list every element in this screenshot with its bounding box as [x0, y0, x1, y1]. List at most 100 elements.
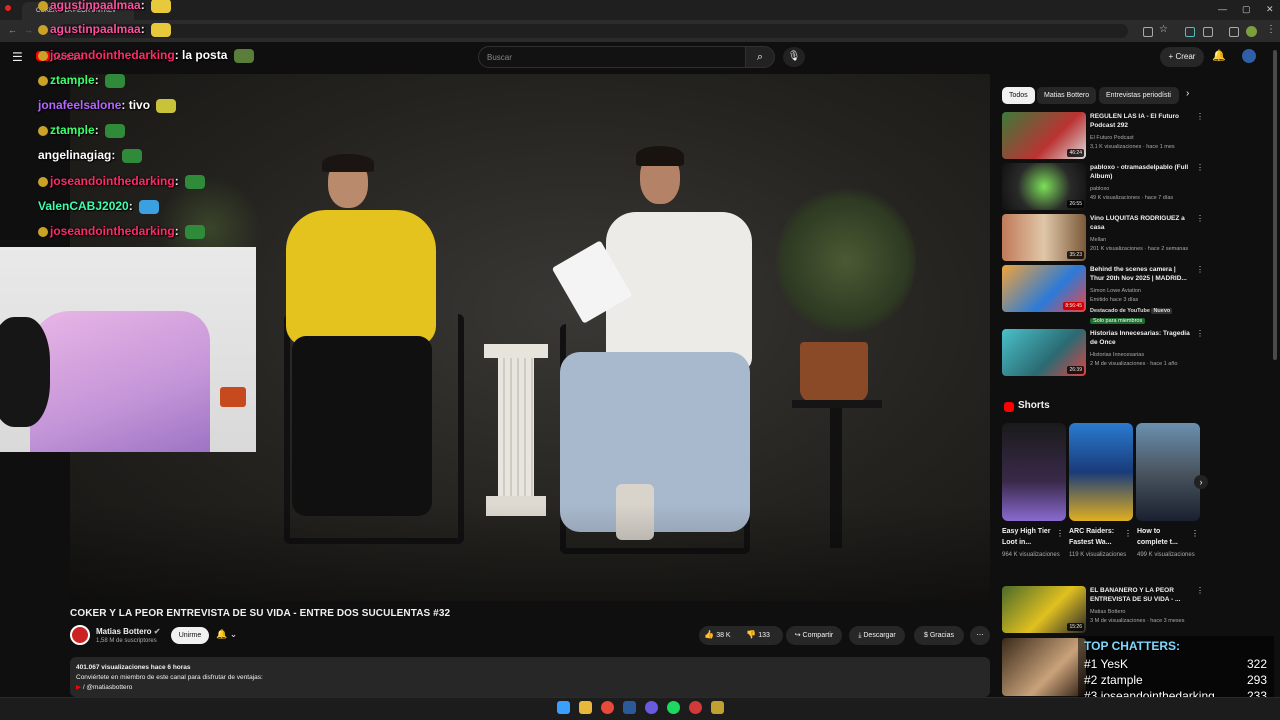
- extensions-puzzle-icon[interactable]: [1203, 27, 1213, 37]
- browser-tab-bar: [0, 0, 1280, 20]
- top-chatter-row: #2 ztample: [1084, 673, 1143, 687]
- app-icon[interactable]: [711, 701, 724, 714]
- channel-avatar[interactable]: [70, 625, 90, 645]
- description-box[interactable]: 401.067 visualizaciones hace 6 horas Con…: [70, 657, 990, 697]
- maximize-icon[interactable]: ▢: [1242, 4, 1251, 15]
- more-options-icon[interactable]: ⋮: [1196, 112, 1204, 121]
- emote-icon: [151, 0, 172, 13]
- recommended-video[interactable]: 26:55 pabloxo - otramasdelpablo (Full Al…: [1002, 163, 1204, 211]
- tab-favicon-icon: [5, 5, 11, 11]
- more-options-icon[interactable]: ⋮: [1191, 529, 1199, 538]
- short-thumbnail[interactable]: [1069, 423, 1133, 521]
- chat-message: jonafeelsalone: tivo: [38, 98, 177, 113]
- search-icon[interactable]: ⌕: [745, 46, 775, 68]
- back-icon[interactable]: ←: [8, 25, 17, 35]
- windows-start-icon[interactable]: [557, 701, 570, 714]
- webcam-headphones: [0, 317, 50, 427]
- floor-shade: [70, 504, 990, 601]
- profile-avatar-icon[interactable]: [1246, 26, 1257, 37]
- app-icon[interactable]: [689, 701, 702, 714]
- steam-icon[interactable]: [623, 701, 636, 714]
- chrome-icon[interactable]: [601, 701, 614, 714]
- chip-entrevistas[interactable]: Entrevistas periodísti: [1099, 87, 1179, 104]
- video-thumbnail: 46:24: [1002, 112, 1086, 159]
- short-thumbnail[interactable]: [1002, 423, 1066, 521]
- page-scrollbar[interactable]: [1273, 50, 1277, 360]
- file-explorer-icon[interactable]: [579, 701, 592, 714]
- recommended-video[interactable]: 35:23 Vino LUQUITAS RODRIGUEZ a casa Mel…: [1002, 214, 1204, 262]
- top-chatter-row: #1 YesK: [1084, 657, 1129, 671]
- chip-matias-bottero[interactable]: Matias Bottero: [1037, 87, 1097, 104]
- browser-menu-icon[interactable]: ⋮: [1266, 24, 1276, 35]
- thanks-button[interactable]: $ Gracias: [914, 626, 964, 645]
- downloads-icon[interactable]: [1229, 27, 1239, 37]
- search-input[interactable]: Buscar: [478, 46, 746, 68]
- video-thumbnail: 8:56:45: [1002, 265, 1086, 312]
- minimize-icon[interactable]: —: [1218, 4, 1227, 14]
- subscribe-bell-icon[interactable]: 🔔 ⌄: [216, 629, 237, 640]
- chip-all[interactable]: Todos: [1002, 87, 1035, 104]
- recommended-video[interactable]: 26:39 Historias Innecesarias: Tragedia d…: [1002, 329, 1204, 377]
- thumb-down-icon: 👎: [746, 630, 756, 639]
- shorts-logo-icon: [1004, 402, 1014, 412]
- join-button[interactable]: Unirme: [171, 627, 209, 644]
- recommended-video[interactable]: 46:24 REGULEN LAS IA - El Futuro Podcast…: [1002, 112, 1204, 160]
- recommended-video[interactable]: 15:26 EL BANANERO Y LA PEOR ENTREVISTA D…: [1002, 586, 1204, 634]
- person-left-pants: [292, 336, 432, 516]
- close-window-icon[interactable]: ✕: [1266, 4, 1274, 15]
- chat-message: angelinagiag:: [38, 148, 142, 163]
- chat-message: joseandointhedarking:: [38, 174, 206, 189]
- taskbar: [0, 697, 1280, 720]
- spotify-icon[interactable]: [667, 701, 680, 714]
- more-options-icon[interactable]: ⋮: [1196, 265, 1204, 274]
- discord-icon[interactable]: [645, 701, 658, 714]
- dislike-button[interactable]: 👎 133: [746, 630, 770, 639]
- more-options-icon[interactable]: ⋮: [1196, 214, 1204, 223]
- chat-message: agustinpaalmaa:: [38, 0, 172, 13]
- cast-icon[interactable]: [1143, 27, 1153, 37]
- forward-icon[interactable]: →: [24, 25, 33, 35]
- microphone-icon[interactable]: 🎙: [783, 47, 805, 67]
- more-options-icon[interactable]: ⋮: [1056, 529, 1064, 538]
- chips-next-icon[interactable]: ›: [1186, 88, 1189, 99]
- pepe-emote-icon: [105, 73, 126, 88]
- streamer-webcam: [0, 247, 256, 452]
- notifications-bell-icon[interactable]: 🔔: [1212, 49, 1226, 62]
- person-left-hair: [322, 154, 374, 172]
- pepe-emote-icon: [121, 148, 142, 163]
- extension-icon[interactable]: [1185, 27, 1195, 37]
- download-button[interactable]: ⤓ Descargar: [849, 626, 905, 645]
- emote-icon: [139, 199, 160, 214]
- short-thumbnail[interactable]: [1136, 423, 1200, 521]
- share-button[interactable]: ↪ Compartir: [786, 626, 842, 645]
- video-thumbnail[interactable]: [1002, 638, 1086, 696]
- chat-message: ztample:: [38, 123, 126, 138]
- account-avatar[interactable]: [1242, 49, 1256, 63]
- recommended-video[interactable]: 8:56:45 Behind the scenes camera | Thur …: [1002, 265, 1204, 327]
- more-options-icon[interactable]: ⋮: [1196, 586, 1204, 595]
- create-button[interactable]: + Crear: [1160, 47, 1204, 67]
- chat-message: agustinpaalmaa:: [38, 22, 172, 37]
- webcam-person-hoodie: [30, 311, 210, 452]
- pepe-emote-icon: [185, 224, 206, 239]
- like-button[interactable]: 👍 38 K: [704, 630, 731, 639]
- address-field[interactable]: [58, 24, 1128, 38]
- more-options-icon[interactable]: ⋮: [1124, 529, 1132, 538]
- description-text: Conviértete en miembro de este canal par…: [76, 674, 263, 681]
- person-left-hoodie: [286, 210, 436, 346]
- video-thumbnail: 15:26: [1002, 586, 1086, 633]
- bookmark-star-icon[interactable]: ☆: [1159, 24, 1168, 35]
- emote-icon: [151, 22, 172, 37]
- chat-message: ValenCABJ2020:: [38, 199, 160, 214]
- channel-name[interactable]: Matias Bottero ✔: [96, 627, 161, 636]
- views-and-date: 401.067 visualizaciones hace 6 horas: [76, 664, 191, 671]
- shorts-next-icon[interactable]: ›: [1194, 475, 1208, 489]
- hamburger-menu-icon[interactable]: ☰: [12, 50, 23, 64]
- description-link[interactable]: ▶ / @matiasbottero: [76, 683, 984, 693]
- more-actions-icon[interactable]: ⋯: [970, 626, 990, 645]
- more-options-icon[interactable]: ⋮: [1196, 329, 1204, 338]
- thumb-up-icon: 👍: [704, 630, 714, 639]
- emote-icon: [156, 98, 177, 113]
- chat-message: joseandointhedarking: la posta: [38, 48, 254, 63]
- more-options-icon[interactable]: ⋮: [1196, 163, 1204, 172]
